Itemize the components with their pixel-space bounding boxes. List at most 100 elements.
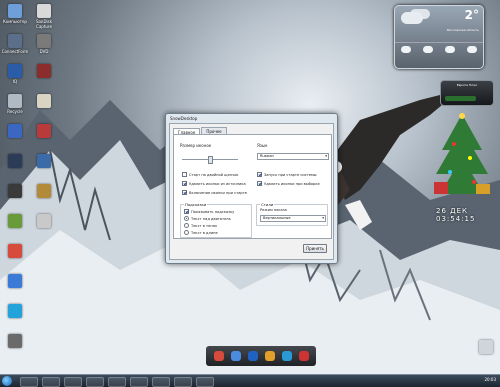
radio-text-length[interactable]: Текст в длине [184,230,218,235]
app-icon [8,334,22,348]
desktop-icon[interactable] [1,274,29,289]
dock-app-icon[interactable] [264,351,275,361]
dock-app-icon[interactable] [213,351,224,361]
radio-label: Текст в тенях [191,223,217,228]
desktop-icon-label: Recycle [7,109,23,114]
app-icon [8,154,22,168]
desktop-icon[interactable] [30,64,58,79]
recycle-bin-icon[interactable] [472,340,500,355]
dock-app-icon[interactable] [298,351,309,361]
desktop-icon[interactable]: Компьютер [1,4,29,24]
radio-dot[interactable] [184,230,189,235]
checkbox-show-tooltip[interactable]: Показывать подсказку [184,209,234,214]
desktop-icon[interactable]: IQ [1,64,29,84]
snow-icon [423,46,433,53]
chevron-down-icon: ▾ [322,216,324,220]
desktop-icon-label: Компьютер [3,19,27,24]
chevron-down-icon: ▾ [325,154,327,158]
app-icon [8,304,22,318]
desktop-icon[interactable] [1,214,29,229]
display-mode-select[interactable]: Вертикальные ▾ [260,215,326,222]
desktop-icon[interactable]: SanDisk Capture [30,4,58,29]
dock-app-icon[interactable] [230,351,241,361]
checkbox-label: Старт на двойной щелчок [189,172,239,177]
desktop-icon[interactable] [30,124,58,139]
checkbox-box[interactable] [257,181,262,186]
radio-text-above[interactable]: Текст над двигатель [184,216,231,221]
language-value: Russian [260,154,274,158]
start-button[interactable] [2,376,12,386]
checkbox-delete-source[interactable]: Удалить иконки из источника [182,181,246,186]
desktop-icon[interactable] [30,94,58,109]
radio-text-shadow[interactable]: Текст в тенях [184,223,217,228]
browser-icon[interactable] [247,351,258,361]
dock-app-icon[interactable] [281,351,292,361]
weather-gadget[interactable]: 2° Московская область [394,5,484,69]
desktop-icon[interactable] [1,244,29,259]
checkbox-run-on-startup[interactable]: Запуск при старте системы [257,172,317,177]
forecast-day [462,46,482,54]
checkbox-label: Включение иконки при старте [189,190,248,195]
checkbox-box[interactable] [182,172,187,177]
language-select[interactable]: Russian ▾ [257,153,329,160]
checkbox-box[interactable] [184,209,189,214]
slider-thumb[interactable] [208,156,213,164]
checkbox-label: Удалить иконки из источника [189,181,246,186]
display-mode-label: Режим показа [260,208,287,212]
christmas-tree-gadget[interactable] [430,110,494,200]
display-mode-value: Вертикальные [263,216,291,220]
desktop-icon[interactable] [1,154,29,169]
checkbox-box[interactable] [182,181,187,186]
app-icon [37,154,51,168]
settings-dialog[interactable]: SnowDesktop Главное Прочее Размер иконок… [165,113,338,264]
desktop-icon[interactable] [30,154,58,169]
icon-size-slider[interactable] [182,156,238,164]
styles-group-title: Стили [260,202,275,207]
apply-button[interactable]: Принять [303,244,327,253]
dialog-body: Главное Прочее Размер иконок Язык Russia… [169,123,334,260]
taskbar-clock[interactable]: 20:03 [484,377,496,382]
app-icon [8,244,22,258]
radio-dot[interactable] [184,216,189,221]
tooltips-group: Подсказки Показывать подсказку Текст над… [180,202,252,238]
tab-panel: Размер иконок Язык Russian ▾ Старт на дв… [173,134,332,239]
taskbar: 20:03 [0,374,500,387]
app-icon [8,184,22,198]
checkbox-box[interactable] [257,172,262,177]
checkbox-delete-on-select[interactable]: Удалить иконки при выборке [257,181,320,186]
desktop-icon[interactable] [1,334,29,349]
forecast-day [418,46,438,54]
snow-icon [401,46,411,53]
desktop-icon[interactable] [30,184,58,199]
desktop-icon-label: DVD [39,49,49,54]
app-icon [8,34,22,48]
app-icon [37,34,51,48]
styles-group: Стили Режим показа Вертикальные ▾ [256,202,328,226]
checkbox-label: Удалить иконки при выборке [264,181,320,186]
checkbox-label: Запуск при старте системы [264,172,317,177]
weather-city: Московская область [446,28,479,32]
recycle-bin-graphic [479,340,493,354]
checkbox-double-click[interactable]: Старт на двойной щелчок [182,172,239,177]
snow-icon [467,46,477,53]
language-label: Язык [257,143,268,148]
checkbox-box[interactable] [182,190,187,195]
app-icon [37,214,51,228]
desktop-icon[interactable] [1,124,29,139]
desktop-icon[interactable]: Recycle [1,94,29,114]
desktop-icon[interactable] [1,304,29,319]
desktop-icon[interactable] [1,184,29,199]
radio-gadget-title: Европа Плюс [456,83,478,87]
desktop-icon[interactable]: DVD [30,34,58,54]
checkbox-label: Показывать подсказку [191,209,235,214]
desktop-icon-label: SanDisk Capture [35,19,53,29]
radio-dot[interactable] [184,223,189,228]
desktop-icon-label: ConnectForm [1,49,29,54]
desktop-icon[interactable]: ConnectForm [1,34,29,54]
cloud-icon [401,12,423,24]
snow-icon [445,46,455,53]
desktop-icon[interactable] [30,214,58,229]
radio-label: Текст над двигатель [191,216,231,221]
checkbox-enable-startup[interactable]: Включение иконки при старте [182,190,247,195]
radio-gadget[interactable]: Европа Плюс [440,80,494,106]
